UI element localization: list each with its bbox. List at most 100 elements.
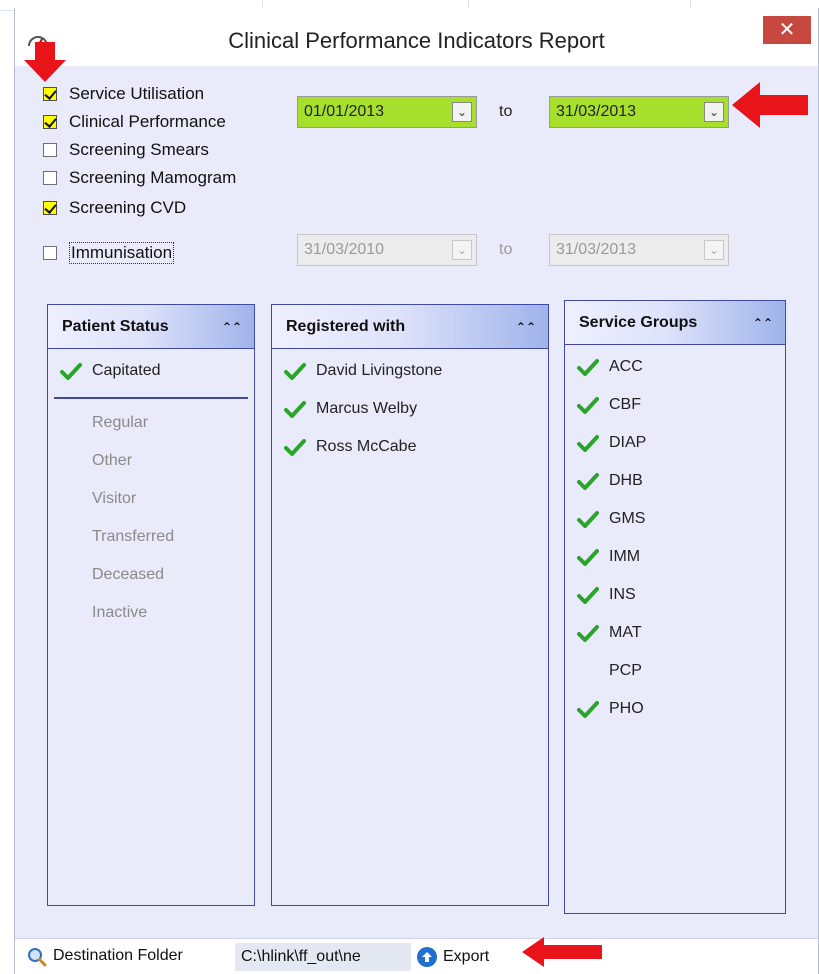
check-icon [577,434,601,452]
export-label: Export [443,948,490,965]
list-item-capitated[interactable]: Capitated [60,357,161,385]
option-label: Service Utilisation [69,84,205,103]
item-label: MAT [609,624,642,641]
check-icon [577,548,601,566]
option-label: Screening CVD [69,198,187,217]
upload-arrow-icon [417,947,437,967]
collapse-icon[interactable]: ⌃⌃ [753,316,773,330]
item-label: GMS [609,510,646,527]
option-label: Clinical Performance [69,112,226,131]
chevron-down-icon[interactable]: ⌄ [452,102,472,122]
option-screening-cvd[interactable]: Screening CVD [43,197,186,219]
chevron-down-icon[interactable]: ⌄ [704,102,724,122]
list-item-transferred[interactable]: Transferred [60,523,174,551]
dialog-title: Clinical Performance Indicators Report [228,28,605,53]
date-to-combo[interactable]: 31/03/2013 ⌄ [549,96,729,128]
item-label: CBF [609,396,641,413]
check-icon [284,400,308,418]
panel-title: Service Groups [579,313,698,331]
divider [54,397,248,399]
export-button[interactable]: Export [417,945,489,969]
option-label: Screening Mamogram [69,168,237,187]
list-item-inactive[interactable]: Inactive [60,599,147,627]
title-bar: Clinical Performance Indicators Report ✕ [15,8,818,66]
service-group-item[interactable]: INS [577,581,636,609]
list-item-provider[interactable]: Ross McCabe [284,433,416,461]
item-label: Regular [92,414,149,431]
immunisation-from-value: 31/03/2010 [304,241,385,258]
chevron-down-icon: ⌄ [452,240,472,260]
service-groups-panel: Service Groups ⌃⌃ ACC CBF DIAP DHB GMS IMM INS… [564,300,786,914]
collapse-icon[interactable]: ⌃⌃ [516,320,536,334]
check-icon [577,510,601,528]
checkbox-clinical-performance[interactable] [43,115,57,129]
service-group-item[interactable]: PCP [577,657,642,685]
service-group-item[interactable]: IMM [577,543,640,571]
item-label: Visitor [92,490,137,507]
option-screening-smears[interactable]: Screening Smears [43,139,209,161]
close-button[interactable]: ✕ [763,16,811,44]
date-from-value: 01/01/2013 [304,103,385,120]
immunisation-to-value: 31/03/2013 [556,241,637,258]
option-label: Screening Smears [69,140,209,159]
option-label: Immunisation [69,242,175,264]
registered-with-panel: Registered with ⌃⌃ David Livingstone Mar… [271,304,549,906]
service-group-item[interactable]: GMS [577,505,645,533]
checkbox-service-utilisation[interactable] [43,87,57,101]
destination-folder-input[interactable]: C:\hlink\ff_out\ne [235,943,411,971]
checkbox-screening-mamogram[interactable] [43,171,57,185]
panel-title: Patient Status [62,317,169,335]
check-icon [577,700,601,718]
option-screening-mamogram[interactable]: Screening Mamogram [43,167,236,189]
item-label: IMM [609,548,641,565]
item-label: Inactive [92,604,148,621]
collapse-icon[interactable]: ⌃⌃ [222,320,242,334]
service-group-item[interactable]: MAT [577,619,642,647]
item-label: DIAP [609,434,647,451]
date-from-combo[interactable]: 01/01/2013 ⌄ [297,96,477,128]
chevron-down-icon: ⌄ [704,240,724,260]
option-clinical-performance[interactable]: Clinical Performance [43,111,226,133]
option-immunisation[interactable]: Immunisation [43,242,175,264]
check-icon [577,586,601,604]
checkbox-screening-smears[interactable] [43,143,57,157]
option-service-utilisation[interactable]: Service Utilisation [43,83,204,105]
date-to-value: 31/03/2013 [556,103,637,120]
service-group-item[interactable]: DIAP [577,429,646,457]
item-label: Transferred [92,528,175,545]
panel-header[interactable]: Registered with ⌃⌃ [272,305,548,349]
check-icon [284,438,308,456]
check-icon [60,362,84,380]
check-icon [577,472,601,490]
destination-folder-label: Destination Folder [53,947,183,964]
list-item-regular[interactable]: Regular [60,409,148,437]
item-label: Capitated [92,362,161,379]
immunisation-to-combo: 31/03/2013 ⌄ [549,234,729,266]
search-icon[interactable] [27,947,47,967]
dialog-content: Service Utilisation Clinical Performance… [15,66,818,946]
checkbox-screening-cvd[interactable] [43,201,57,215]
annotation-arrow-left-icon [522,937,602,967]
bottom-toolbar: Destination Folder C:\hlink\ff_out\ne Ex… [15,938,818,974]
to-label: to [499,241,513,258]
list-item-other[interactable]: Other [60,447,132,475]
panel-header[interactable]: Patient Status ⌃⌃ [48,305,254,349]
checkbox-immunisation[interactable] [43,246,57,260]
service-group-item[interactable]: CBF [577,391,641,419]
service-group-item[interactable]: PHO [577,695,644,723]
annotation-arrow-down-icon [24,42,66,82]
list-item-provider[interactable]: David Livingstone [284,357,442,385]
item-label: INS [609,586,636,603]
list-item-visitor[interactable]: Visitor [60,485,136,513]
item-label: PCP [609,662,642,679]
item-label: ACC [609,358,643,375]
annotation-arrow-left-icon [732,82,808,128]
panel-header[interactable]: Service Groups ⌃⌃ [565,301,785,345]
service-group-item[interactable]: DHB [577,467,643,495]
list-item-deceased[interactable]: Deceased [60,561,164,589]
check-icon [577,396,601,414]
list-item-provider[interactable]: Marcus Welby [284,395,417,423]
report-dialog: Clinical Performance Indicators Report ✕… [14,8,819,974]
service-group-item[interactable]: ACC [577,353,643,381]
item-label: David Livingstone [316,362,443,379]
